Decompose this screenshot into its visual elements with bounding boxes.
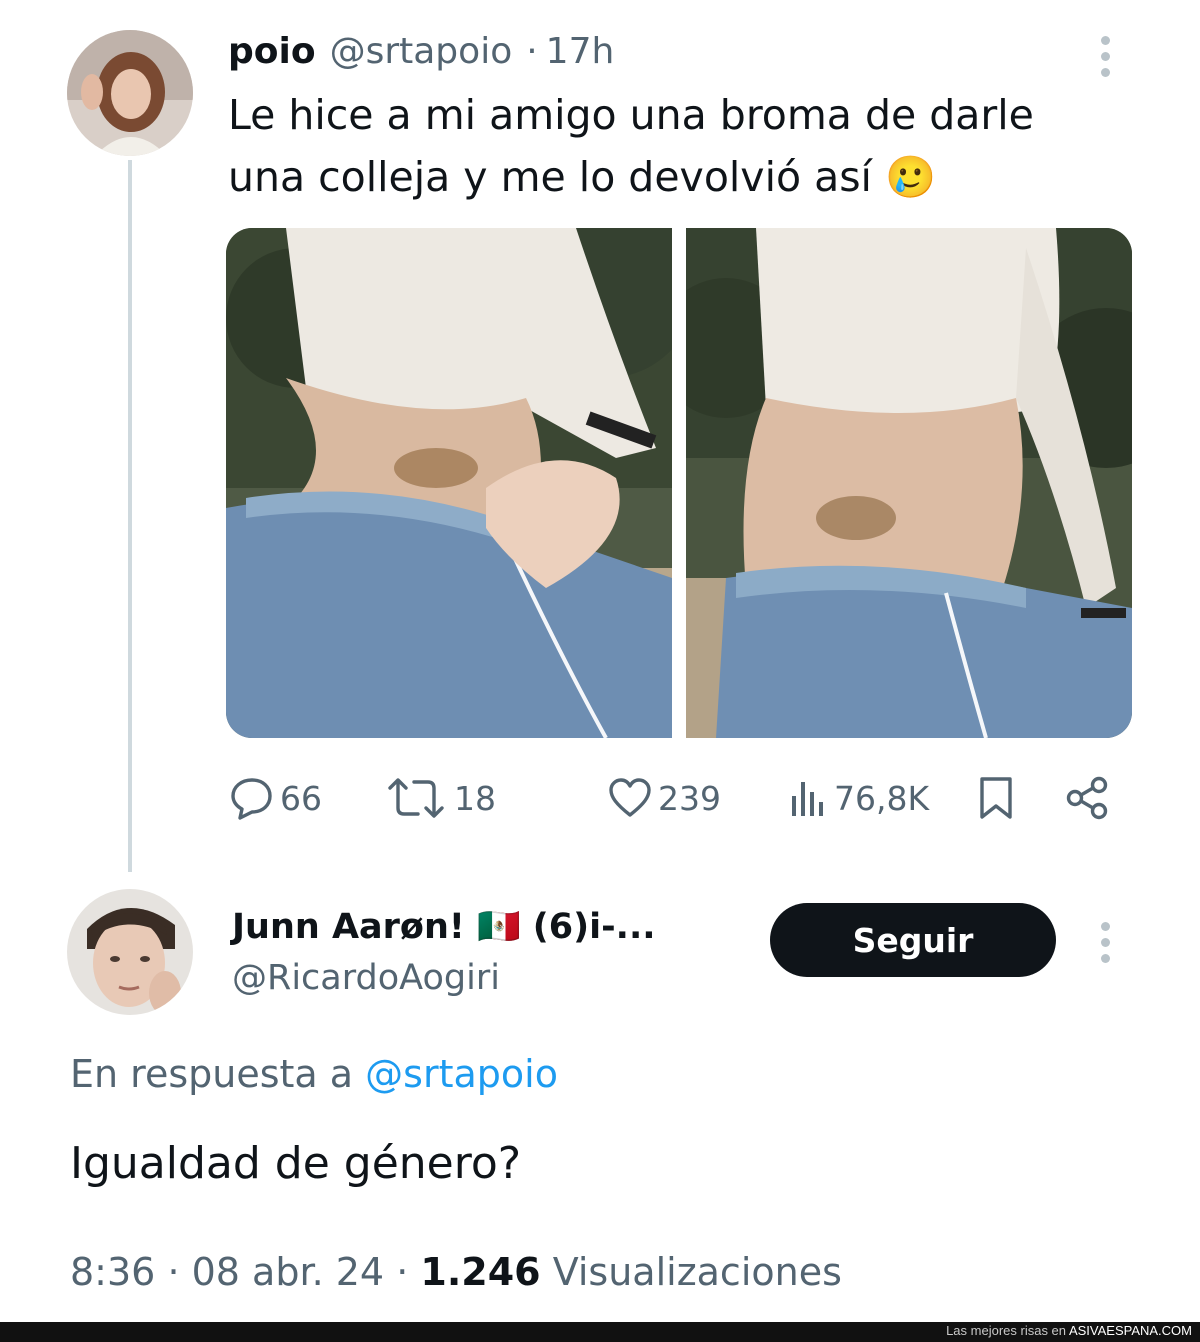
- avatar-poio[interactable]: [67, 30, 193, 156]
- share-button[interactable]: [1064, 770, 1110, 826]
- reply-handle[interactable]: @RicardoAogiri: [232, 958, 500, 998]
- tweet-media[interactable]: [226, 228, 1132, 738]
- reply-author-name: Junn Aarøn! 🇲🇽 (6)i-...: [232, 900, 656, 952]
- retweet-button[interactable]: 18: [384, 770, 496, 826]
- views-icon: [792, 782, 823, 816]
- reply-date[interactable]: 08 abr. 24: [192, 1250, 385, 1294]
- like-count: 239: [658, 778, 721, 818]
- bookmark-button[interactable]: [976, 770, 1016, 826]
- reply-button[interactable]: 66: [228, 770, 322, 826]
- meta-separator-2: ·: [396, 1250, 409, 1294]
- author-handle[interactable]: @srtapoio: [330, 31, 513, 72]
- views-button[interactable]: 76,8K: [788, 770, 929, 826]
- reply-meta: 8:36 · 08 abr. 24 · 1.246 Visualizacione…: [70, 1250, 842, 1294]
- views-count: 76,8K: [834, 778, 930, 818]
- heart-icon: [609, 778, 651, 817]
- meta-separator-1: ·: [167, 1250, 180, 1294]
- tweet-actions: 66 18 239 76,8K: [226, 770, 1116, 826]
- more-options-icon[interactable]: [1101, 36, 1110, 77]
- author-name[interactable]: poio: [228, 31, 316, 72]
- in-reply-mention[interactable]: @srtapoio: [365, 1052, 558, 1096]
- reply-icon: [231, 778, 272, 820]
- reply-more-options-icon[interactable]: [1101, 922, 1110, 963]
- emoji-smiling-with-tear: 🥲: [885, 153, 937, 201]
- tweet-header: poio @srtapoio · 17h: [228, 26, 614, 76]
- media-photo-1[interactable]: [226, 228, 672, 738]
- reply-count: 66: [280, 778, 322, 818]
- media-photo-2[interactable]: [686, 228, 1132, 738]
- retweet-count: 18: [454, 778, 496, 818]
- reply-time[interactable]: 8:36: [70, 1250, 155, 1294]
- follow-button[interactable]: Seguir: [770, 903, 1056, 977]
- in-reply-to: En respuesta a @srtapoio: [70, 1052, 558, 1096]
- thread-connector-line: [128, 160, 132, 872]
- reply-text: Igualdad de género?: [70, 1138, 522, 1189]
- reply-views-label: Visualizaciones: [552, 1250, 842, 1294]
- bookmark-icon: [980, 777, 1012, 819]
- tweet-text: Le hice a mi amigo una broma de darle un…: [228, 84, 1108, 208]
- like-button[interactable]: 239: [608, 770, 721, 826]
- reply-display-name[interactable]: Junn Aarøn! 🇲🇽 (6)i-...: [232, 906, 656, 947]
- reply-views-count: 1.246: [420, 1250, 541, 1294]
- watermark-site[interactable]: ASIVAESPANA.COM: [1069, 1323, 1192, 1338]
- watermark-prefix: Las mejores risas en: [946, 1323, 1067, 1338]
- share-icon: [1066, 776, 1108, 820]
- in-reply-prefix: En respuesta a: [70, 1052, 354, 1096]
- header-separator: ·: [526, 30, 538, 72]
- watermark-bar: Las mejores risas en ASIVAESPANA.COM: [0, 1322, 1200, 1342]
- avatar-ricardoaogiri[interactable]: [67, 889, 193, 1015]
- tweet-time[interactable]: 17h: [546, 31, 615, 72]
- retweet-icon: [388, 778, 444, 818]
